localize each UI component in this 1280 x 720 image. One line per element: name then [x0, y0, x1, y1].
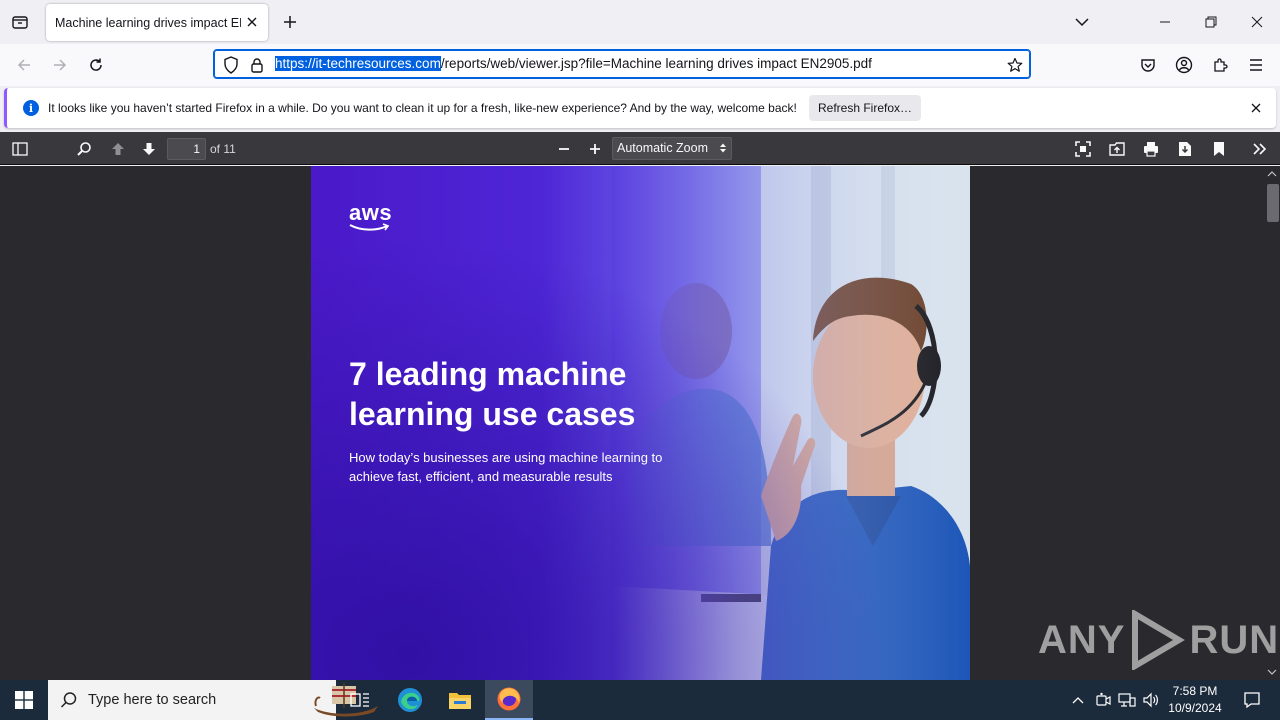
- volume-icon[interactable]: [1141, 690, 1161, 710]
- pdf-toolbar: 1 of 11 Automatic Zoom: [0, 132, 1280, 165]
- watermark-text-left: ANY: [1038, 617, 1126, 662]
- action-center-icon[interactable]: [1232, 680, 1272, 720]
- presentation-mode-icon[interactable]: [1071, 138, 1095, 160]
- document-subtitle: How today’s businesses are using machine…: [349, 450, 663, 484]
- page-number-input[interactable]: 1: [167, 138, 206, 160]
- play-logo-icon: [1132, 610, 1186, 670]
- tab-title: Machine learning drives impact EN2905.pd…: [55, 15, 241, 30]
- bookmark-star-icon[interactable]: [1006, 56, 1024, 74]
- back-icon[interactable]: [12, 53, 36, 77]
- notification-message: It looks like you haven’t started Firefo…: [48, 101, 797, 115]
- close-tab-icon[interactable]: [244, 14, 260, 30]
- close-window-icon[interactable]: [1234, 0, 1280, 44]
- address-bar[interactable]: https://it-techresources.com/reports/web…: [213, 49, 1031, 79]
- forward-icon[interactable]: [48, 53, 72, 77]
- lock-icon[interactable]: [249, 56, 265, 74]
- meet-now-icon[interactable]: [1093, 690, 1113, 710]
- tab-list-icon[interactable]: [8, 10, 32, 34]
- anyrun-watermark: ANY RUN: [1038, 610, 1279, 670]
- info-icon: i: [23, 100, 39, 116]
- list-all-tabs-icon[interactable]: [1072, 12, 1092, 32]
- new-tab-icon[interactable]: [280, 12, 300, 32]
- extensions-icon[interactable]: [1208, 53, 1232, 77]
- aws-smile-logo-icon: [349, 223, 390, 231]
- close-notification-icon[interactable]: [1248, 100, 1264, 116]
- page-count-label: of 11: [210, 142, 236, 156]
- windows-taskbar: Type here to search 7:58 PM 10/9/2024: [0, 680, 1280, 720]
- scrollbar-thumb[interactable]: [1267, 184, 1279, 222]
- open-file-icon[interactable]: [1105, 138, 1129, 160]
- task-view-icon[interactable]: [336, 680, 384, 720]
- firefox-taskbar-icon[interactable]: [485, 680, 533, 720]
- tools-menu-icon[interactable]: [1248, 138, 1272, 160]
- menu-hamburger-icon[interactable]: [1244, 53, 1268, 77]
- pdf-page: aws 7 leading machine learning use cases…: [311, 166, 970, 680]
- sidebar-toggle-icon[interactable]: [8, 138, 32, 160]
- minimize-window-icon[interactable]: [1142, 0, 1188, 44]
- select-arrows-icon: [720, 143, 726, 153]
- url-path: /reports/web/viewer.jsp?file=Machine lea…: [440, 56, 872, 71]
- previous-page-icon[interactable]: [106, 138, 130, 160]
- refresh-firefox-button[interactable]: Refresh Firefox…: [809, 95, 921, 121]
- clock-time: 7:58 PM: [1172, 684, 1218, 698]
- watermark-text-right: RUN: [1189, 617, 1280, 662]
- taskbar-clock[interactable]: 7:58 PM 10/9/2024: [1164, 683, 1226, 717]
- zoom-in-icon[interactable]: [583, 138, 607, 160]
- account-icon[interactable]: [1172, 53, 1196, 77]
- file-explorer-icon[interactable]: [436, 680, 484, 720]
- next-page-icon[interactable]: [137, 138, 161, 160]
- url-text[interactable]: https://it-techresources.com/reports/web…: [275, 56, 872, 71]
- url-selected-origin: https://it-techresources.com: [275, 56, 441, 71]
- edge-browser-icon[interactable]: [386, 680, 434, 720]
- tracking-protection-shield-icon[interactable]: [222, 56, 240, 74]
- zoom-out-icon[interactable]: [552, 138, 576, 160]
- pdf-viewer-container[interactable]: aws 7 leading machine learning use cases…: [0, 166, 1264, 680]
- search-placeholder: Type here to search: [88, 692, 217, 708]
- taskbar-search-box[interactable]: Type here to search: [48, 680, 378, 720]
- viewer-scrollbar[interactable]: [1264, 166, 1280, 680]
- clock-date: 10/9/2024: [1168, 701, 1222, 715]
- tab-strip: Machine learning drives impact EN2905.pd…: [0, 0, 1280, 44]
- windows-start-icon[interactable]: [0, 680, 48, 720]
- network-icon[interactable]: [1117, 690, 1137, 710]
- scroll-up-arrow-icon[interactable]: [1267, 169, 1277, 179]
- find-search-icon[interactable]: [72, 138, 96, 160]
- refresh-firefox-notification: i It looks like you haven’t started Fire…: [4, 88, 1276, 128]
- restore-window-icon[interactable]: [1188, 0, 1234, 44]
- zoom-select[interactable]: Automatic Zoom: [612, 137, 732, 160]
- navigation-toolbar: https://it-techresources.com/reports/web…: [0, 44, 1280, 86]
- zoom-value: Automatic Zoom: [617, 141, 709, 155]
- search-icon: [60, 692, 77, 708]
- document-headline: 7 leading machine learning use cases: [349, 356, 636, 432]
- pocket-icon[interactable]: [1136, 53, 1160, 77]
- bookmark-icon[interactable]: [1207, 138, 1231, 160]
- reload-icon[interactable]: [84, 53, 108, 77]
- print-icon[interactable]: [1139, 138, 1163, 160]
- show-hidden-icons-chevron-icon[interactable]: [1068, 690, 1088, 710]
- active-tab[interactable]: Machine learning drives impact EN2905.pd…: [46, 4, 268, 41]
- download-icon[interactable]: [1173, 138, 1197, 160]
